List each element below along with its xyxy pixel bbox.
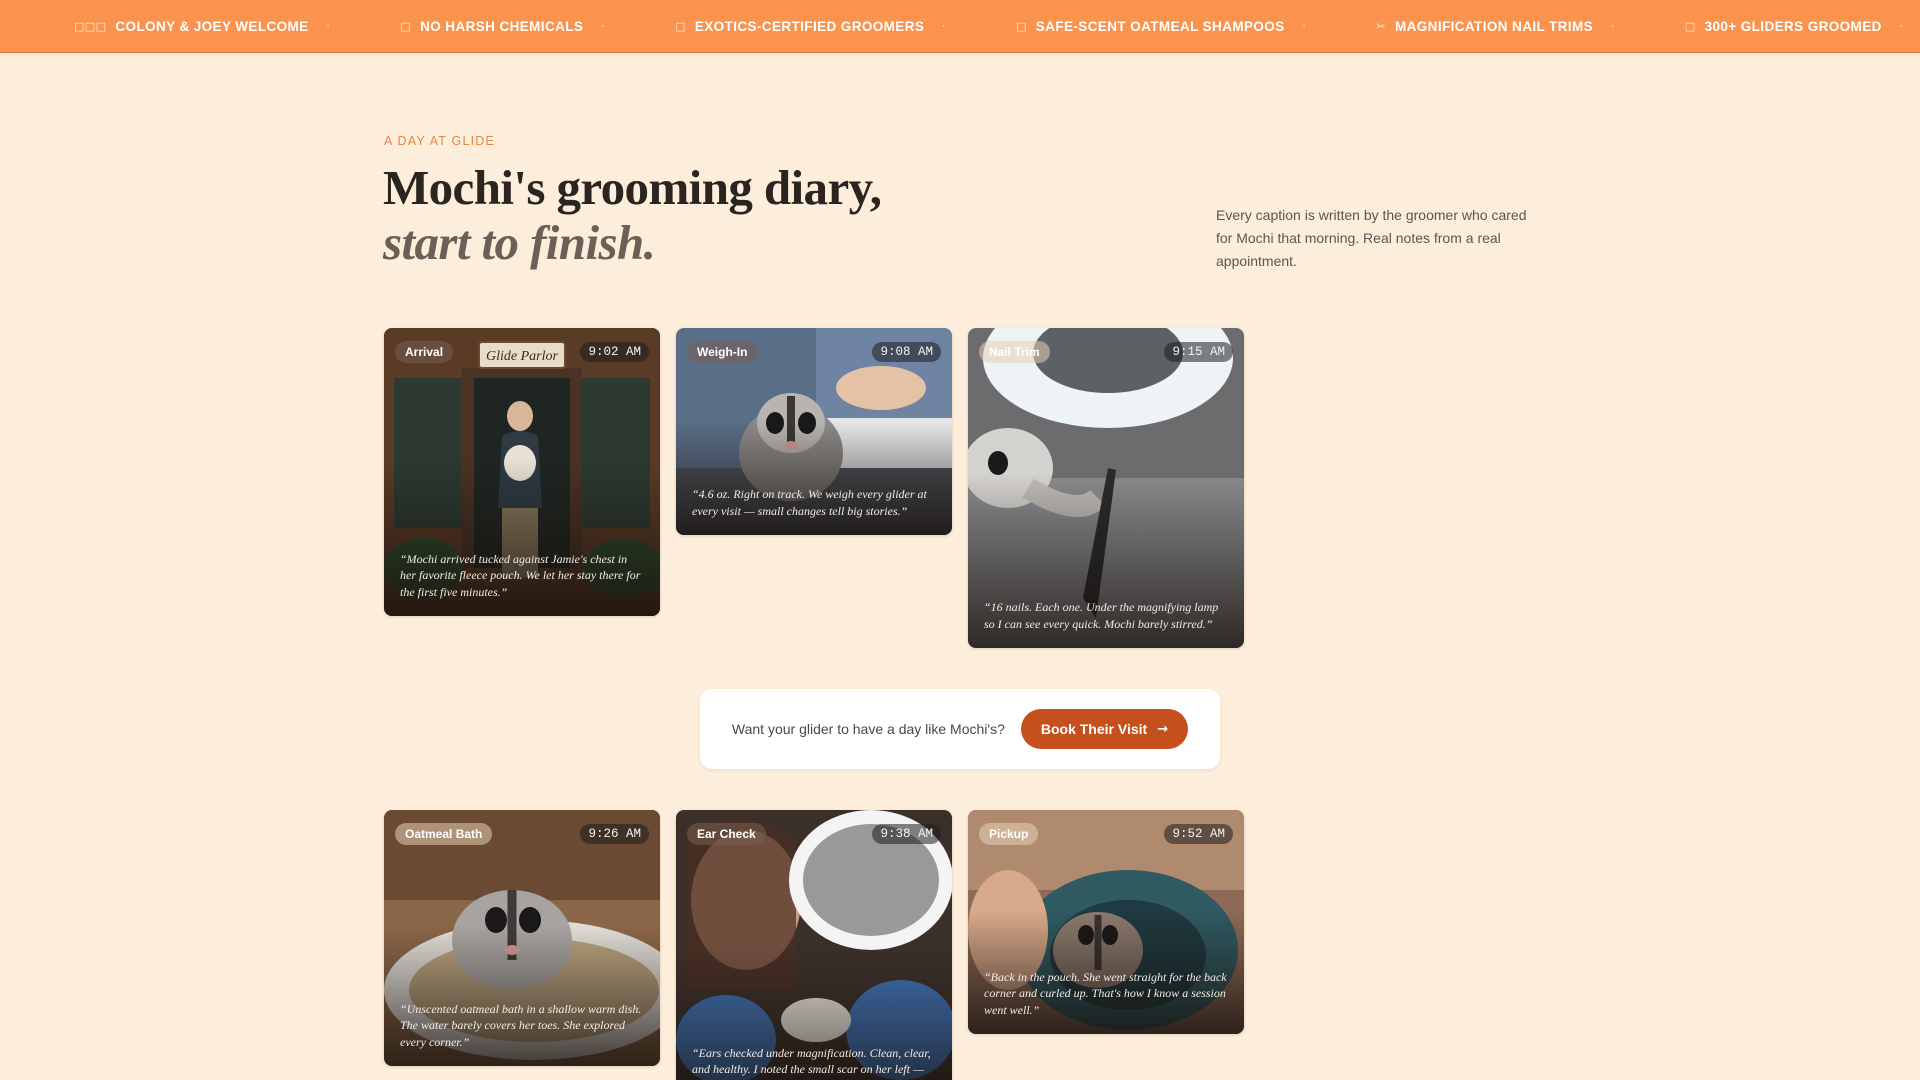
ticker-separator: · — [1302, 20, 1307, 32]
card-label-badge: Ear Check — [687, 823, 766, 845]
card-time-badge: 9:02 AM — [580, 342, 649, 362]
card-caption: “4.6 oz. Right on track. We weigh every … — [692, 487, 927, 518]
card-time-badge: 9:08 AM — [872, 342, 941, 362]
card-time-badge: 9:15 AM — [1164, 342, 1233, 362]
diary-card-arrival[interactable]: Glide Parlor Arrival 9:02 AM “Mochi arri… — [384, 328, 660, 616]
diary-card-oatmeal-bath[interactable]: Oatmeal Bath 9:26 AM “Unscented oatmeal … — [384, 810, 660, 1066]
card-time-badge: 9:52 AM — [1164, 824, 1233, 844]
card-label-badge: Weigh-In — [687, 341, 758, 363]
card-label-badge: Oatmeal Bath — [395, 823, 493, 845]
ticker-label: 300+ GLIDERS GROOMED — [1704, 18, 1882, 34]
book-visit-label: Book Their Visit — [1040, 721, 1148, 737]
card-caption: “Ears checked under magnification. Clean… — [692, 1045, 931, 1080]
booking-prompt: Want your glider to have a day like Moch… — [731, 721, 1005, 737]
ticker-separator: · — [326, 20, 331, 32]
ticker-label: SAFE-SCENT OATMEAL SHAMPOOS — [1035, 18, 1285, 34]
ticker-separator: · — [601, 20, 606, 32]
ticker-label: COLONY & JOEY WELCOME — [115, 18, 309, 34]
page-title: Mochi's grooming diary, start to finish. — [383, 160, 882, 270]
diary-card-pickup[interactable]: Pickup 9:52 AM “Back in the pouch. She w… — [968, 810, 1244, 1034]
ticker-item: □ 300+ GLIDERS GROOMED · — [1685, 19, 1920, 34]
book-visit-button[interactable]: Book Their Visit → — [1020, 709, 1189, 749]
headline-line-1: Mochi's grooming diary, — [383, 160, 882, 215]
ticker-label: MAGNIFICATION NAIL TRIMS — [1394, 18, 1594, 34]
section-eyebrow: A DAY AT GLIDE — [384, 134, 496, 148]
headline-line-2: start to finish. — [383, 215, 656, 270]
ticker-separator: · — [1899, 20, 1904, 32]
square-icon: □ — [1016, 19, 1027, 33]
card-caption: “16 nails. Each one. Under the magnifyin… — [984, 600, 1219, 631]
parlor-sign-text: Glide Parlor — [486, 349, 558, 364]
ticker-item: □ NO HARSH CHEMICALS · — [400, 19, 623, 34]
announcement-ticker: □□□ COLONY & JOEY WELCOME · □ NO HARSH C… — [0, 0, 1920, 53]
square-icon: □ — [400, 19, 412, 33]
ticker-item: □ EXOTICS-CERTIFIED GROOMERS · — [675, 19, 964, 34]
card-label-badge: Pickup — [979, 823, 1039, 845]
card-label-badge: Nail Trim — [979, 341, 1050, 363]
card-caption: “Unscented oatmeal bath in a shallow war… — [400, 1001, 642, 1049]
ticker-label: EXOTICS-CERTIFIED GROOMERS — [694, 18, 925, 34]
ticker-item: □ SAFE-SCENT OATMEAL SHAMPOOS · — [1016, 19, 1324, 34]
ticker-label: NO HARSH CHEMICALS — [420, 18, 584, 34]
square-icon: □ — [675, 19, 686, 33]
card-time-badge: 9:38 AM — [872, 824, 941, 844]
card-label-badge: Arrival — [395, 341, 454, 363]
card-caption: “Back in the pouch. She went straight fo… — [984, 969, 1227, 1017]
ticker-separator: · — [1611, 20, 1615, 32]
diary-card-ear-check[interactable]: Ear Check 9:38 AM “Ears checked under ma… — [676, 810, 952, 1080]
square-icon: □ — [1684, 19, 1696, 33]
card-caption: “Mochi arrived tucked against Jamie's ch… — [400, 551, 641, 599]
ticker-separator: · — [942, 20, 946, 32]
intro-text: Every caption is written by the groomer … — [1216, 207, 1527, 269]
three-squares-icon: □□□ — [74, 19, 107, 33]
ticker-item: □□□ COLONY & JOEY WELCOME · — [74, 19, 348, 34]
scissors-icon: ✂ — [1376, 19, 1386, 33]
diary-card-nail-trim[interactable]: Nail Trim 9:15 AM “16 nails. Each one. U… — [968, 328, 1244, 648]
arrow-right-icon: → — [1157, 721, 1169, 737]
card-time-badge: 9:26 AM — [580, 824, 649, 844]
booking-cta: Want your glider to have a day like Moch… — [700, 689, 1220, 769]
ticker-item: ✂ MAGNIFICATION NAIL TRIMS · — [1376, 19, 1632, 34]
diary-card-weigh-in[interactable]: Weigh-In 9:08 AM “4.6 oz. Right on track… — [676, 328, 952, 535]
